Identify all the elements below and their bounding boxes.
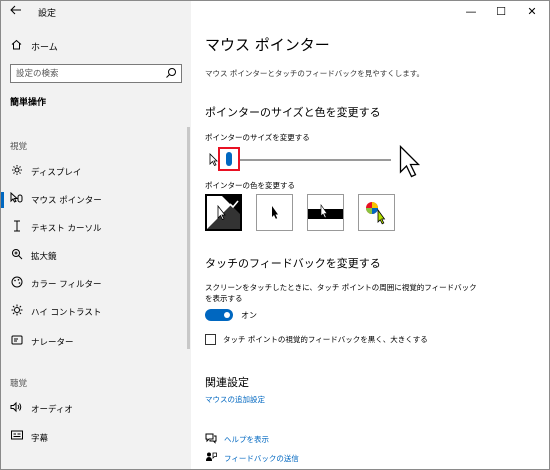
pointer-size-slider-track[interactable] [229, 159, 391, 161]
high-contrast-icon [10, 304, 23, 318]
slider-highlight [218, 147, 240, 171]
related-settings-heading: 関連設定 [205, 376, 249, 389]
sidebar-item-label: 字幕 [31, 434, 49, 444]
home-label: ホーム [31, 43, 58, 53]
sidebar-item-display[interactable]: ディスプレイ [1, 159, 189, 185]
touch-feedback-toggle[interactable] [205, 309, 233, 321]
sidebar-item-label: テキスト カーソル [31, 224, 102, 234]
size-label: ポインターのサイズを変更する [205, 133, 310, 142]
sidebar-item-text-cursor[interactable]: テキスト カーソル [1, 215, 189, 241]
sidebar-item-home[interactable]: ホーム [1, 37, 191, 55]
captions-icon [10, 430, 23, 444]
page-title: マウス ポインター [205, 36, 330, 54]
group-title-hearing: 聴覚 [10, 379, 28, 389]
selected-indicator [1, 192, 4, 208]
search-icon[interactable] [164, 66, 178, 81]
touch-description: スクリーンをタッチしたときに、タッチ ポイントの周囲に視覚的フィードバックを表示… [205, 283, 477, 303]
audio-icon [10, 401, 23, 415]
sidebar-item-audio[interactable]: オーディオ [1, 396, 189, 422]
sidebar-item-mouse-pointer[interactable]: マウス ポインター [1, 187, 189, 213]
additional-mouse-settings-link[interactable]: マウスの追加設定 [205, 394, 265, 405]
search-box[interactable] [10, 64, 182, 83]
sidebar-item-narrator[interactable]: ナレーター [1, 329, 189, 355]
color-filter-icon [10, 276, 23, 290]
text-cursor-icon [10, 220, 23, 234]
toggle-state-label: オン [241, 311, 257, 320]
color-option-black[interactable] [256, 194, 293, 231]
group-title-vision: 視覚 [10, 142, 28, 152]
color-option-inverted[interactable] [307, 194, 344, 231]
display-icon [10, 164, 23, 178]
magnifier-icon [10, 248, 23, 262]
search-input[interactable] [11, 65, 161, 82]
size-color-heading: ポインターのサイズと色を変更する [205, 106, 381, 119]
home-icon [11, 39, 22, 53]
main-content: マウス ポインター マウス ポインターとタッチのフィードバックを見やすくします。… [191, 1, 549, 469]
sidebar-item-high-contrast[interactable]: ハイ コントラスト [1, 299, 189, 325]
window-title: 設定 [38, 9, 57, 19]
large-pointer-icon [399, 144, 423, 183]
sidebar-item-color-filter[interactable]: カラー フィルター [1, 271, 189, 297]
pointer-size-slider-thumb[interactable] [226, 152, 232, 166]
section-title: 簡単操作 [10, 98, 47, 108]
touch-heading: タッチのフィードバックを変更する [205, 257, 381, 270]
sidebar-item-label: オーディオ [31, 405, 73, 415]
sidebar-item-label: ハイ コントラスト [31, 308, 102, 318]
color-option-custom[interactable] [358, 194, 395, 231]
sidebar-item-magnifier[interactable]: 拡大鏡 [1, 243, 189, 269]
sidebar-item-captions[interactable]: 字幕 [1, 425, 189, 451]
narrator-icon [10, 334, 23, 348]
help-chat-icon [205, 432, 217, 444]
sidebar-item-label: 拡大鏡 [31, 252, 57, 262]
sidebar-item-label: ディスプレイ [31, 168, 82, 178]
get-help-link[interactable]: ヘルプを表示 [224, 434, 269, 445]
send-feedback-link[interactable]: フィードバックの送信 [224, 453, 299, 464]
sidebar-scrollbar[interactable] [187, 127, 190, 349]
sidebar: ホーム 簡単操作 視覚 ディスプレイ マウス ポインター [1, 1, 191, 469]
sidebar-item-label: カラー フィルター [31, 280, 102, 290]
darker-feedback-checkbox[interactable] [205, 334, 216, 345]
feedback-icon [205, 451, 217, 463]
sidebar-item-label: ナレーター [31, 338, 74, 348]
back-button[interactable] [7, 4, 25, 20]
page-description: マウス ポインターとタッチのフィードバックを見やすくします。 [205, 69, 424, 78]
color-option-white[interactable] [205, 194, 242, 231]
arrow-left-icon [10, 5, 21, 15]
mouse-pointer-icon [10, 191, 23, 206]
sidebar-item-label: マウス ポインター [31, 196, 102, 206]
color-label: ポインターの色を変更する [205, 181, 295, 190]
checkbox-label: タッチ ポイントの視覚的フィードバックを黒く、大きくする [223, 335, 428, 344]
toggle-knob [224, 312, 230, 318]
settings-window: ホーム 簡単操作 視覚 ディスプレイ マウス ポインター [0, 0, 550, 470]
